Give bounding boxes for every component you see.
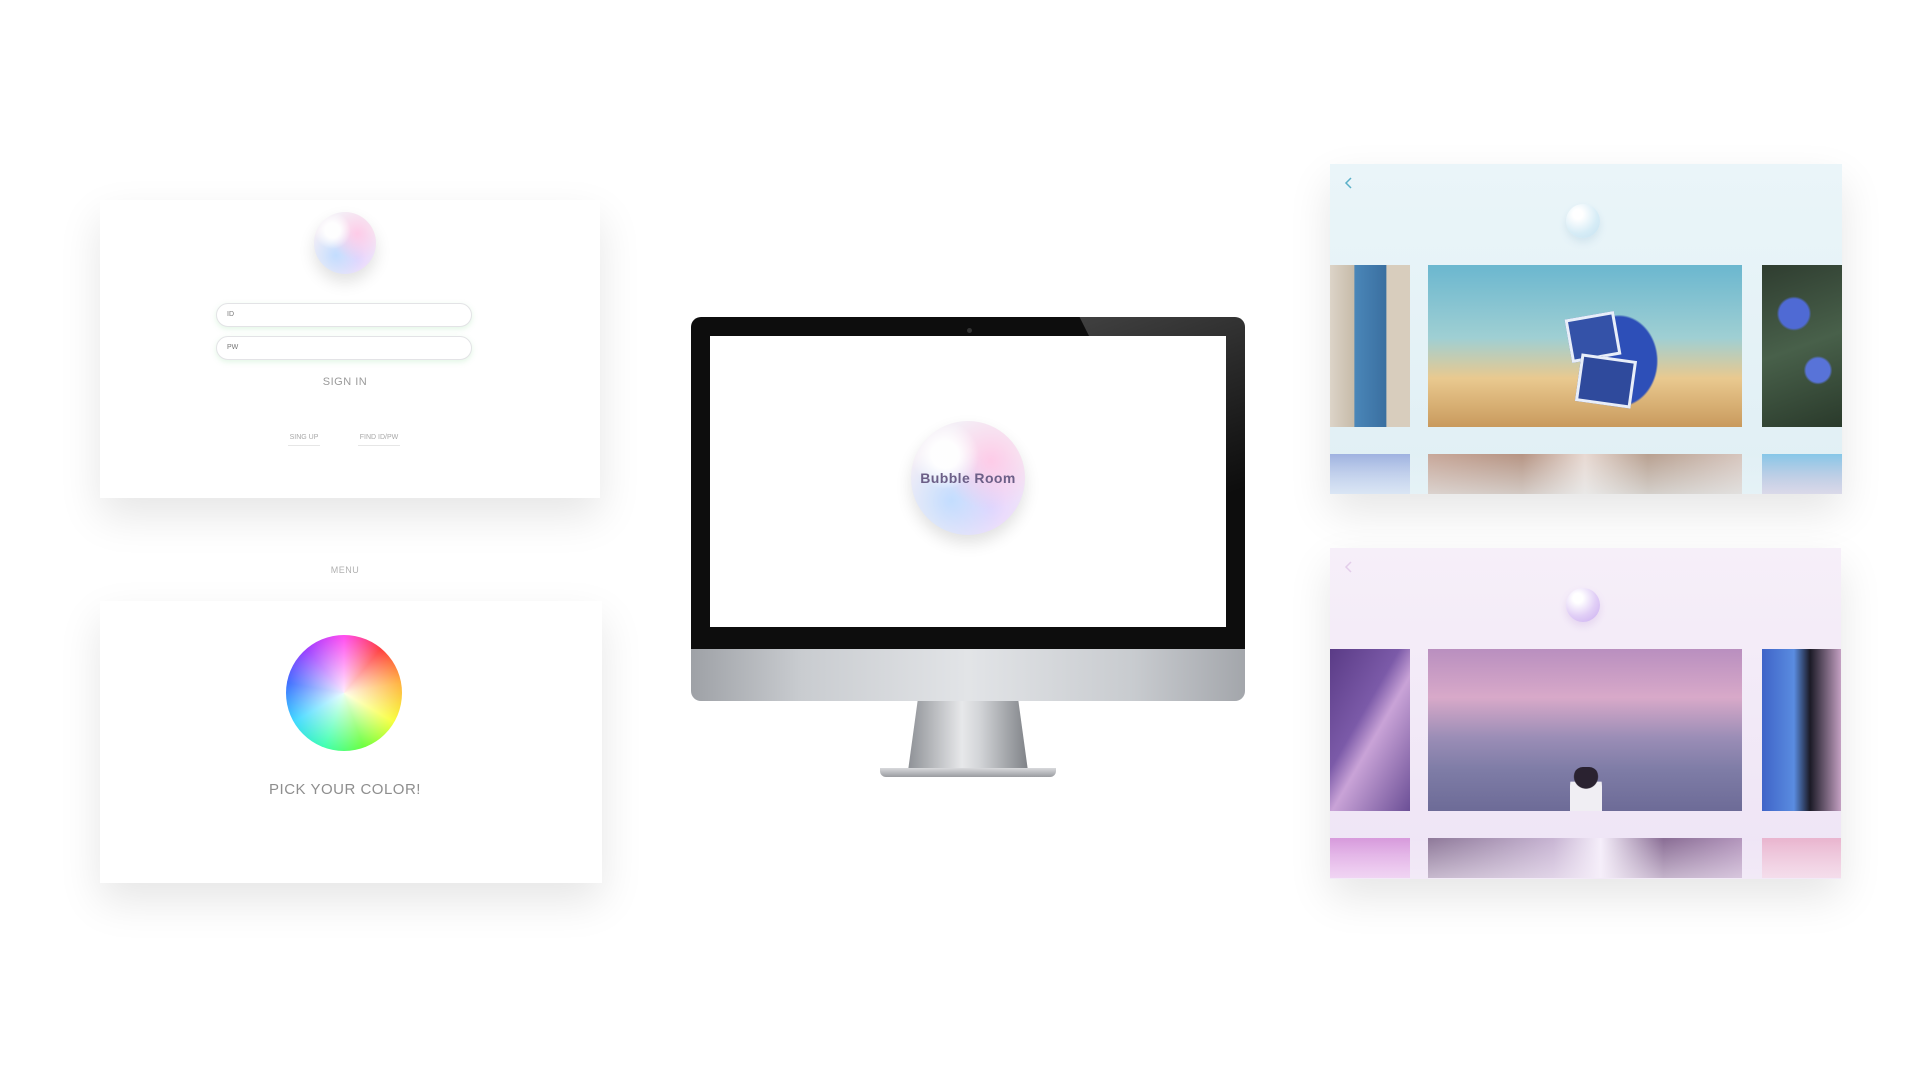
- gallery-fade: [1330, 454, 1842, 494]
- gallery-panel-blue: [1330, 164, 1842, 494]
- menu-label: MENU: [330, 565, 360, 575]
- gallery-panel-pink: [1330, 548, 1841, 879]
- gallery-bubble[interactable]: [1566, 204, 1600, 238]
- pw-input[interactable]: PW: [216, 336, 472, 360]
- gallery-thumbnail[interactable]: [1330, 649, 1410, 811]
- imac-base: [880, 768, 1056, 777]
- gallery-thumbnail-main[interactable]: [1428, 265, 1742, 427]
- chevron-left-icon[interactable]: [1342, 560, 1356, 574]
- gallery-bubble[interactable]: [1566, 588, 1600, 622]
- splash-title: Bubble Room: [920, 470, 1016, 486]
- find-id-pw-link[interactable]: FIND ID/PW: [358, 434, 400, 446]
- gallery-thumbnail[interactable]: [1762, 649, 1841, 811]
- gallery-fade: [1330, 839, 1841, 879]
- gallery-thumbnail[interactable]: [1762, 265, 1842, 427]
- gallery-thumbnail-main[interactable]: [1428, 649, 1742, 811]
- imac-chin: [691, 649, 1245, 701]
- photo-box: [1574, 353, 1638, 409]
- sign-up-link[interactable]: SING UP: [288, 434, 320, 446]
- bubble-logo: [314, 212, 376, 274]
- photo-person: [1570, 767, 1602, 811]
- color-wheel[interactable]: [286, 635, 402, 751]
- imac-stand: [908, 701, 1028, 771]
- sign-in-button[interactable]: SIGN IN: [100, 376, 590, 388]
- id-input[interactable]: ID: [216, 303, 472, 327]
- login-panel: ID PW SIGN IN SING UP FIND ID/PW: [100, 200, 600, 498]
- color-picker-panel: PICK YOUR COLOR!: [100, 601, 602, 883]
- chevron-left-icon[interactable]: [1342, 176, 1356, 190]
- pick-color-label: PICK YOUR COLOR!: [269, 781, 421, 798]
- gallery-thumbnail[interactable]: [1330, 265, 1410, 427]
- camera-icon: [967, 328, 972, 333]
